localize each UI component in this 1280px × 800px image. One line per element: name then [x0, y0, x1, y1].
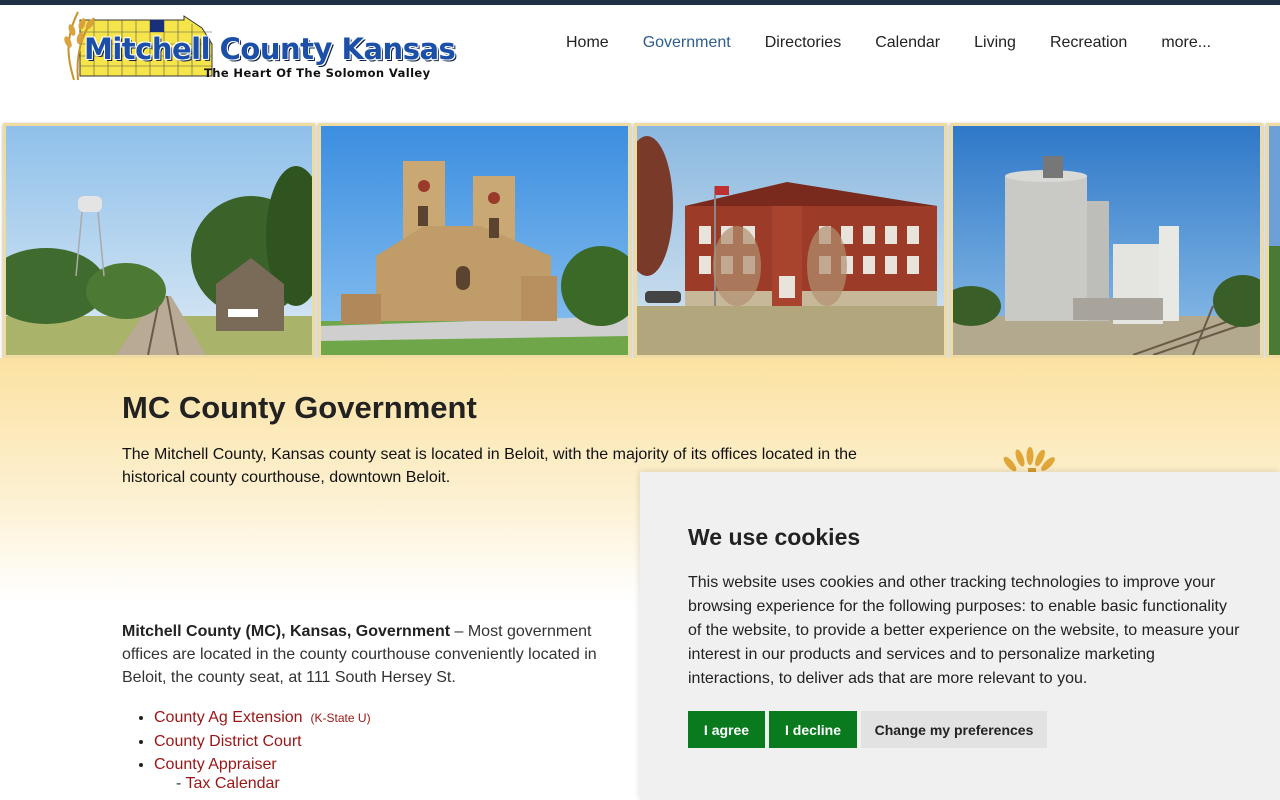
nav-more[interactable]: more...: [1161, 34, 1211, 52]
photo-banner: [0, 123, 1280, 358]
nav-living[interactable]: Living: [974, 34, 1016, 52]
list-item: County Ag Extension (K-State U): [154, 706, 371, 730]
decline-button[interactable]: I decline: [769, 711, 857, 748]
link-kstate[interactable]: (K-State U): [311, 711, 371, 725]
photo-partial: [1266, 123, 1280, 358]
photo-grain-elevator: [950, 123, 1263, 358]
link-district-court[interactable]: County District Court: [154, 733, 302, 750]
cookie-title: We use cookies: [688, 524, 861, 550]
logo-tagline: The Heart Of The Solomon Valley: [204, 66, 431, 80]
nav-directories[interactable]: Directories: [765, 34, 841, 52]
change-preferences-button[interactable]: Change my preferences: [861, 711, 1047, 748]
page-title: MC County Government: [122, 390, 477, 425]
office-link-list: County Ag Extension (K-State U) County Di…: [154, 706, 371, 776]
main-nav: Home Government Directories Calendar Liv…: [566, 34, 1245, 52]
nav-calendar[interactable]: Calendar: [875, 34, 940, 52]
sub-link-row: - Tax Calendar: [176, 775, 280, 793]
cookie-body: This website uses cookies and other trac…: [688, 574, 1240, 687]
description-lead: Mitchell County (MC), Kansas, Government: [122, 623, 451, 640]
link-appraiser[interactable]: County Appraiser: [154, 756, 277, 773]
link-tax-calendar[interactable]: Tax Calendar: [185, 775, 279, 792]
photo-courthouse: [634, 123, 947, 358]
logo-title: Mitchell County Kansas: [84, 32, 456, 66]
list-item: County Appraiser: [154, 753, 371, 776]
photo-railroad: [3, 123, 315, 358]
nav-recreation[interactable]: Recreation: [1050, 34, 1127, 52]
link-ag-extension[interactable]: County Ag Extension: [154, 709, 303, 726]
nav-government[interactable]: Government: [643, 34, 731, 52]
photo-church: [318, 123, 631, 358]
top-accent-bar: [0, 0, 1280, 5]
list-item: County District Court: [154, 730, 371, 753]
government-description: Mitchell County (MC), Kansas, Government…: [122, 620, 622, 689]
agree-button[interactable]: I agree: [688, 711, 765, 748]
nav-home[interactable]: Home: [566, 34, 609, 52]
site-logo[interactable]: Mitchell County Kansas The Heart Of The …: [54, 10, 456, 82]
cookie-consent-panel: We use cookies This website uses cookies…: [640, 472, 1280, 800]
